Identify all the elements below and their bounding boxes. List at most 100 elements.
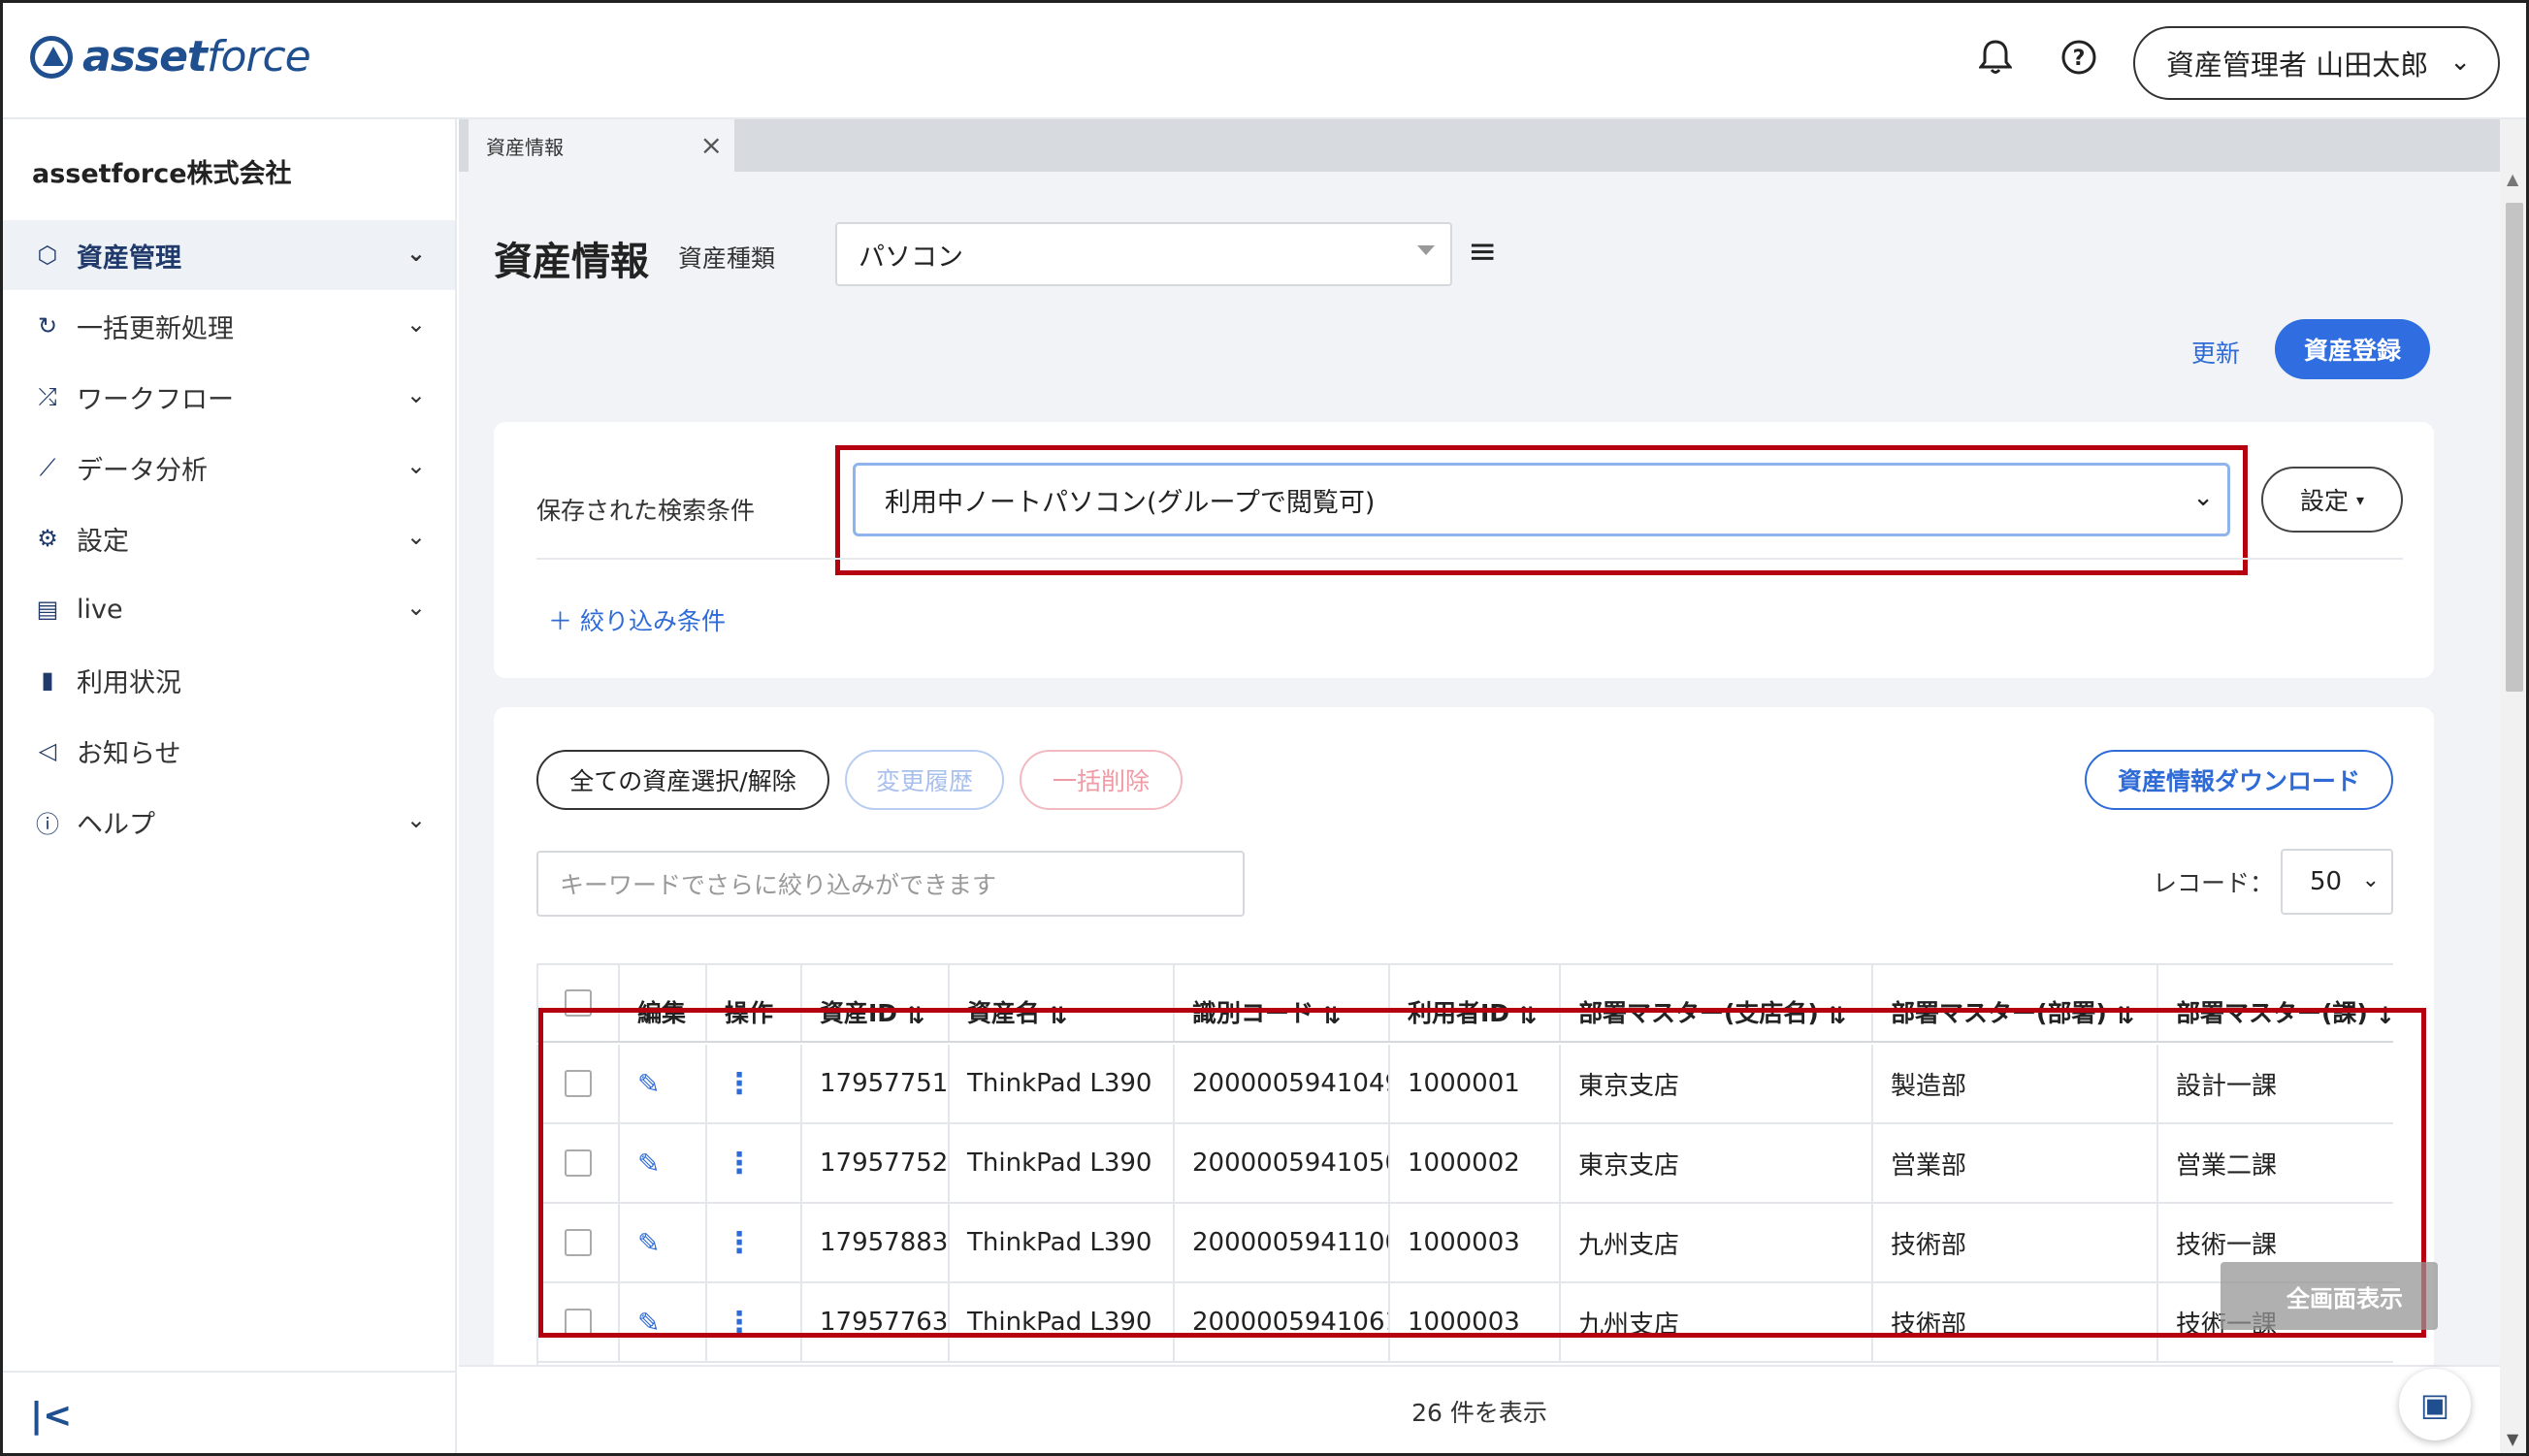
asset-type-select[interactable]: パソコン xyxy=(835,222,1452,286)
chat-icon[interactable]: ▣ xyxy=(2399,1369,2471,1440)
add-filter-link[interactable]: ＋ 絞り込み条件 xyxy=(548,602,726,637)
edit-icon[interactable]: ✎ xyxy=(637,1068,660,1100)
records-per-page-select[interactable]: 50 ⌄ xyxy=(2281,849,2393,915)
column-header-sortable[interactable]: 利用者ID ⇅ xyxy=(1388,965,1559,1041)
more-vertical-icon[interactable]: ⋮ xyxy=(725,1067,754,1101)
sort-icon: ⇅ xyxy=(1826,1002,1846,1029)
chevron-down-icon: ⌄ xyxy=(405,310,426,338)
scroll-down-icon[interactable]: ▼ xyxy=(2507,1430,2518,1448)
tab-asset-info[interactable]: 資産情報 × xyxy=(469,119,734,172)
close-icon[interactable]: × xyxy=(700,129,723,161)
row-checkbox-cell xyxy=(536,1283,618,1361)
column-header-sortable[interactable]: 資産名 ⇅ xyxy=(948,965,1173,1041)
row-checkbox[interactable] xyxy=(565,1309,592,1336)
sidebar-item-label: 資産管理 xyxy=(77,243,181,274)
bar-chart-icon: ▮ xyxy=(41,666,54,694)
column-header: 操作 xyxy=(705,965,800,1041)
sort-icon: ⇅ xyxy=(2114,1002,2134,1029)
row-checkbox-cell xyxy=(536,1045,618,1122)
department-cell: 技術部 xyxy=(1871,1204,2156,1281)
results-count: 26 件を表示 xyxy=(1411,1399,1547,1427)
sidebar-item-settings[interactable]: ⚙ 設定 ⌄ xyxy=(3,503,455,573)
page-title: 資産情報 xyxy=(494,240,649,284)
help-icon: ⓘ xyxy=(36,810,59,838)
row-checkbox[interactable] xyxy=(565,1070,592,1097)
chat-icon: ▤ xyxy=(36,596,59,623)
company-name: assetforce株式会社 xyxy=(32,159,292,189)
column-header: 編集 xyxy=(618,965,705,1041)
row-checkbox-cell xyxy=(536,1204,618,1281)
column-label: 資産ID xyxy=(820,999,898,1027)
sidebar-item-label: お知らせ xyxy=(77,738,181,769)
column-label: 部署マスター(課) xyxy=(2176,999,2368,1027)
edit-icon[interactable]: ✎ xyxy=(637,1148,660,1180)
bulk-delete-button[interactable]: 一括削除 xyxy=(1020,750,1183,810)
chevron-down-icon: ⌄ xyxy=(405,523,426,550)
change-history-button[interactable]: 変更履歴 xyxy=(845,750,1004,810)
sidebar-item-asset-management[interactable]: ⬡ 資産管理 ⌄ xyxy=(3,220,455,290)
row-checkbox-cell xyxy=(536,1124,618,1202)
download-button[interactable]: 資産情報ダウンロード xyxy=(2085,750,2393,810)
top-header: assetforce ? 資産管理者 山田太郎 ⌄ xyxy=(3,3,2526,119)
user-name: 資産管理者 山田太郎 xyxy=(2166,49,2429,81)
more-vertical-icon[interactable]: ⋮ xyxy=(725,1226,754,1260)
select-all-button[interactable]: 全ての資産選択/解除 xyxy=(536,750,829,810)
refresh-link[interactable]: 更新 xyxy=(2191,335,2240,370)
scrollbar[interactable]: ▲ ▼ xyxy=(2500,119,2526,1453)
sidebar-item-news[interactable]: ◁ お知らせ xyxy=(3,716,455,786)
user-menu-button[interactable]: 資産管理者 山田太郎 ⌄ xyxy=(2133,26,2500,100)
column-header-sortable[interactable]: 資産ID ⇅ xyxy=(800,965,948,1041)
table-header: 編集 操作 資産ID ⇅ 資産名 ⇅ 識別コード ⇅ 利用者ID ⇅ 部署マスター(支店… xyxy=(536,963,2393,1043)
more-vertical-icon[interactable]: ⋮ xyxy=(725,1306,754,1340)
edit-icon[interactable]: ✎ xyxy=(637,1307,660,1339)
sidebar-item-workflow[interactable]: ⤮ ワークフロー ⌄ xyxy=(3,362,455,432)
column-header-sortable[interactable]: 識別コード ⇅ xyxy=(1173,965,1388,1041)
id-code-cell: 2000005941050 xyxy=(1173,1124,1388,1202)
bell-icon[interactable] xyxy=(1974,36,2017,79)
action-cell: ⋮ xyxy=(705,1283,800,1361)
sidebar-item-live[interactable]: ▤ live ⌄ xyxy=(3,574,455,644)
scroll-up-icon[interactable]: ▲ xyxy=(2507,170,2518,188)
asset-id-cell: 17957752 xyxy=(800,1124,948,1202)
hamburger-menu-icon[interactable]: ≡ xyxy=(1468,232,1497,272)
column-label: 識別コード xyxy=(1192,999,1314,1027)
sidebar-item-help[interactable]: ⓘ ヘルプ ⌄ xyxy=(3,787,455,857)
sidebar-footer: |< xyxy=(3,1371,455,1453)
edit-icon[interactable]: ✎ xyxy=(637,1227,660,1259)
column-header-sortable[interactable]: 部署マスター(課) ↓ xyxy=(2156,965,2393,1041)
header-checkbox[interactable] xyxy=(565,989,592,1017)
column-label: 部署マスター(支店名) xyxy=(1578,999,1819,1027)
scroll-thumb[interactable] xyxy=(2506,203,2523,692)
register-asset-button[interactable]: 資産登録 xyxy=(2275,319,2430,379)
analytics-icon: ⟋ xyxy=(39,454,56,481)
caret-down-icon: ▾ xyxy=(2355,490,2365,509)
column-label: 利用者ID xyxy=(1408,999,1510,1027)
column-header-sortable[interactable]: 部署マスター(支店名) ⇅ xyxy=(1559,965,1871,1041)
tab-label: 資産情報 xyxy=(486,135,564,159)
app-window: assetforce ? 資産管理者 山田太郎 ⌄ assetforce株式会社… xyxy=(0,0,2529,1456)
keyword-search-input[interactable]: キーワードでさらに絞り込みができます xyxy=(536,851,1245,917)
sort-icon: ⇅ xyxy=(1517,1002,1538,1029)
row-checkbox[interactable] xyxy=(565,1149,592,1177)
sidebar-item-usage[interactable]: ▮ 利用状況 xyxy=(3,645,455,715)
megaphone-icon: ◁ xyxy=(38,737,57,764)
chevron-down-icon: ⌄ xyxy=(405,452,426,479)
column-header-sortable[interactable]: 部署マスター(部署) ⇅ xyxy=(1871,965,2156,1041)
branch-cell: 東京支店 xyxy=(1559,1045,1871,1122)
id-code-cell: 2000005941061 xyxy=(1173,1283,1388,1361)
more-vertical-icon[interactable]: ⋮ xyxy=(725,1147,754,1181)
logo[interactable]: assetforce xyxy=(30,32,311,81)
sidebar-item-label: 一括更新処理 xyxy=(77,313,234,344)
row-checkbox[interactable] xyxy=(565,1229,592,1256)
help-circle-icon[interactable]: ? xyxy=(2058,36,2100,79)
chevron-down-icon: ⌄ xyxy=(405,240,426,267)
sidebar-item-data-analysis[interactable]: ⟋ データ分析 ⌄ xyxy=(3,433,455,502)
settings-dropdown-button[interactable]: 設定 ▾ xyxy=(2261,467,2403,533)
section-cell: 設計一課 xyxy=(2156,1045,2393,1122)
collapse-sidebar-icon[interactable]: |< xyxy=(30,1396,72,1436)
records-value: 50 xyxy=(2310,867,2343,896)
sidebar-item-bulk-update[interactable]: ↻ 一括更新処理 ⌄ xyxy=(3,291,455,361)
asset-name-cell: ThinkPad L390 xyxy=(948,1204,1173,1281)
user-id-cell: 1000001 xyxy=(1388,1045,1559,1122)
fullscreen-button[interactable]: 全画面表示 xyxy=(2221,1262,2438,1330)
